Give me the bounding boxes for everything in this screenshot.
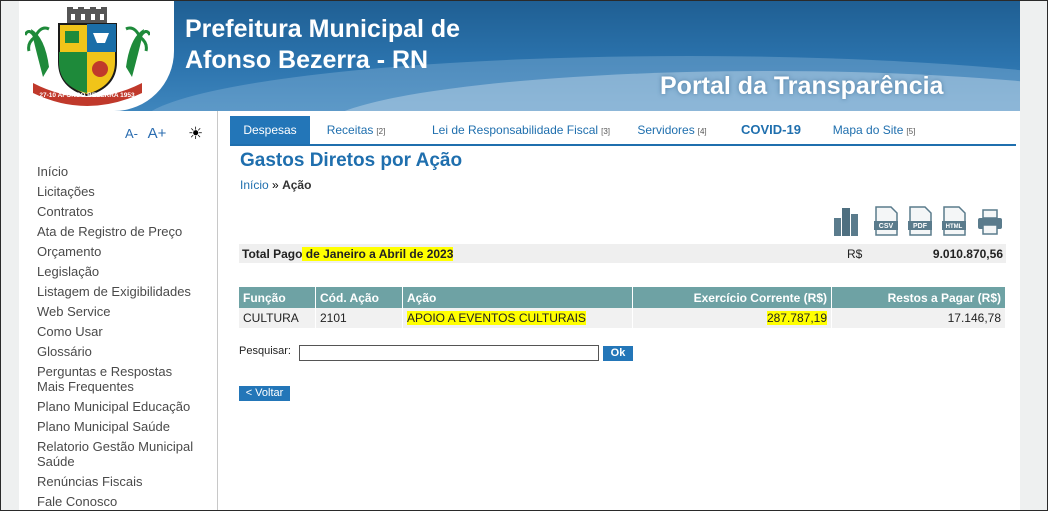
col-header-restos-a-pagar[interactable]: Restos a Pagar (R$) <box>831 287 1006 308</box>
table-row[interactable]: CULTURA 2101 APOIO A EVENTOS CULTURAIS 2… <box>239 308 1006 328</box>
tab-accesskey: [2] <box>376 127 386 136</box>
sidebar-item-orcamento[interactable]: Orçamento <box>37 244 212 259</box>
breadcrumb-current: Ação <box>282 178 312 192</box>
sidebar-item-relatorio-saude[interactable]: Relatorio Gestão Municipal Saúde <box>37 439 207 469</box>
cell-acao[interactable]: APOIO A EVENTOS CULTURAIS <box>402 308 633 328</box>
main-tabs: Despesas Receitas [2] Lei de Responsabili… <box>230 116 1016 146</box>
total-paid-row: Total Pago de Janeiro a Abril de 2023 R$… <box>239 244 1006 263</box>
tab-label: COVID-19 <box>741 122 801 137</box>
sidebar-item-faq[interactable]: Perguntas e Respostas Mais Frequentes <box>37 364 197 394</box>
sidebar-item-renuncias-fiscais[interactable]: Renúncias Fiscais <box>37 474 212 489</box>
total-paid-value: 9.010.870,56 <box>932 247 1003 261</box>
pdf-label: PDF <box>913 223 928 230</box>
total-paid-label: Total Pago de Janeiro a Abril de 2023 <box>242 247 454 261</box>
tab-accesskey: [5] <box>906 127 916 136</box>
tab-accesskey: [3] <box>601 127 610 136</box>
sidebar-item-ata-registro-preco[interactable]: Ata de Registro de Preço <box>37 224 212 239</box>
contrast-toggle-icon[interactable]: ☀ <box>188 124 203 144</box>
portal-title: Portal da Transparência <box>660 72 944 100</box>
sidebar-item-exigibilidades[interactable]: Listagem de Exigibilidades <box>37 284 212 299</box>
tab-despesas[interactable]: Despesas <box>230 116 310 144</box>
html-label: HTML <box>946 224 963 230</box>
search-label: Pesquisar: <box>239 345 291 357</box>
col-header-funcao[interactable]: Função <box>239 287 316 308</box>
total-label-prefix: Total Pago <box>242 247 303 261</box>
tab-label: Despesas <box>243 123 297 137</box>
search-input[interactable] <box>299 345 599 361</box>
cell-exercicio-corrente: 287.787,19 <box>632 308 832 328</box>
tab-lrf[interactable]: Lei de Responsabilidade Fiscal [3] <box>428 116 614 144</box>
cell-exercicio-value: 287.787,19 <box>766 311 827 325</box>
csv-icon[interactable]: CSV <box>873 206 899 236</box>
sidebar-item-contratos[interactable]: Contratos <box>37 204 212 219</box>
sidebar-item-inicio[interactable]: Início <box>37 164 212 179</box>
tab-accesskey: [4] <box>697 127 707 136</box>
tab-covid-19[interactable]: COVID-19 <box>735 116 807 144</box>
cell-restos-a-pagar: 17.146,78 <box>831 308 1006 328</box>
total-currency: R$ <box>847 247 863 261</box>
sidebar-item-fale-conosco[interactable]: Fale Conosco <box>37 494 212 509</box>
tab-label: Servidores <box>637 123 695 137</box>
expenses-table: Função Cód. Ação Ação Exercício Corrente… <box>239 287 1006 328</box>
breadcrumb-home-link[interactable]: Início <box>240 178 269 192</box>
cell-cod-acao: 2101 <box>315 308 403 328</box>
cell-acao-link[interactable]: APOIO A EVENTOS CULTURAIS <box>407 311 586 325</box>
font-size-controls: A- A+ <box>125 125 172 142</box>
site-title-line1: Prefeitura Municipal de <box>185 15 461 43</box>
sidebar-item-licitacoes[interactable]: Licitações <box>37 184 212 199</box>
tab-label: Receitas <box>326 123 374 137</box>
browser-frame: 27-10 AFONSO BEZERRA 1953 Prefeitura Mun… <box>0 0 1048 511</box>
pdf-icon[interactable]: PDF <box>907 206 933 236</box>
sidebar-item-legislacao[interactable]: Legislação <box>37 264 212 279</box>
tab-label: Lei de Responsabilidade Fiscal <box>431 123 599 137</box>
cell-funcao: CULTURA <box>239 308 316 328</box>
breadcrumb-separator: » <box>272 178 279 192</box>
breadcrumb: Início » Ação <box>240 178 311 192</box>
site-title-line2: Afonso Bezerra - RN <box>185 46 429 74</box>
bar-chart-icon[interactable] <box>833 206 859 236</box>
col-header-exercicio-corrente[interactable]: Exercício Corrente (R$) <box>632 287 832 308</box>
site-header: 27-10 AFONSO BEZERRA 1953 Prefeitura Mun… <box>19 1 1020 111</box>
print-icon[interactable] <box>977 206 1003 236</box>
sidebar-item-plano-educacao[interactable]: Plano Municipal Educação <box>37 399 212 414</box>
page: 27-10 AFONSO BEZERRA 1953 Prefeitura Mun… <box>19 1 1020 510</box>
sidebar-item-plano-saude[interactable]: Plano Municipal Saúde <box>37 419 212 434</box>
col-header-acao[interactable]: Ação <box>402 287 633 308</box>
html-icon[interactable]: HTML <box>941 206 967 236</box>
tab-receitas[interactable]: Receitas [2] <box>320 116 392 144</box>
page-title: Gastos Diretos por Ação <box>240 150 463 171</box>
total-label-period: de Janeiro a Abril de 2023 <box>302 247 454 261</box>
table-header-row: Função Cód. Ação Ação Exercício Corrente… <box>239 287 1006 308</box>
sidebar-item-como-usar[interactable]: Como Usar <box>37 324 212 339</box>
tab-mapa-do-site[interactable]: Mapa do Site [5] <box>828 116 920 144</box>
col-header-cod-acao[interactable]: Cód. Ação <box>315 287 403 308</box>
city-coat-of-arms-logo[interactable]: 27-10 AFONSO BEZERRA 1953 <box>25 7 150 107</box>
font-increase-button[interactable]: A+ <box>148 125 167 142</box>
sidebar-menu: Início Licitações Contratos Ata de Regis… <box>37 164 212 510</box>
csv-label: CSV <box>879 223 894 230</box>
sidebar-item-web-service[interactable]: Web Service <box>37 304 212 319</box>
search-ok-button[interactable]: Ok <box>603 346 633 361</box>
sidebar: A- A+ ☀ Início Licitações Contratos Ata … <box>19 111 218 510</box>
tab-servidores[interactable]: Servidores [4] <box>634 116 710 144</box>
logo-ribbon-text: 27-10 AFONSO BEZERRA 1953 <box>39 92 135 99</box>
sidebar-item-glossario[interactable]: Glossário <box>37 344 212 359</box>
tab-label: Mapa do Site <box>832 123 904 137</box>
font-decrease-button[interactable]: A- <box>125 126 138 141</box>
back-button[interactable]: < Voltar <box>239 386 290 401</box>
